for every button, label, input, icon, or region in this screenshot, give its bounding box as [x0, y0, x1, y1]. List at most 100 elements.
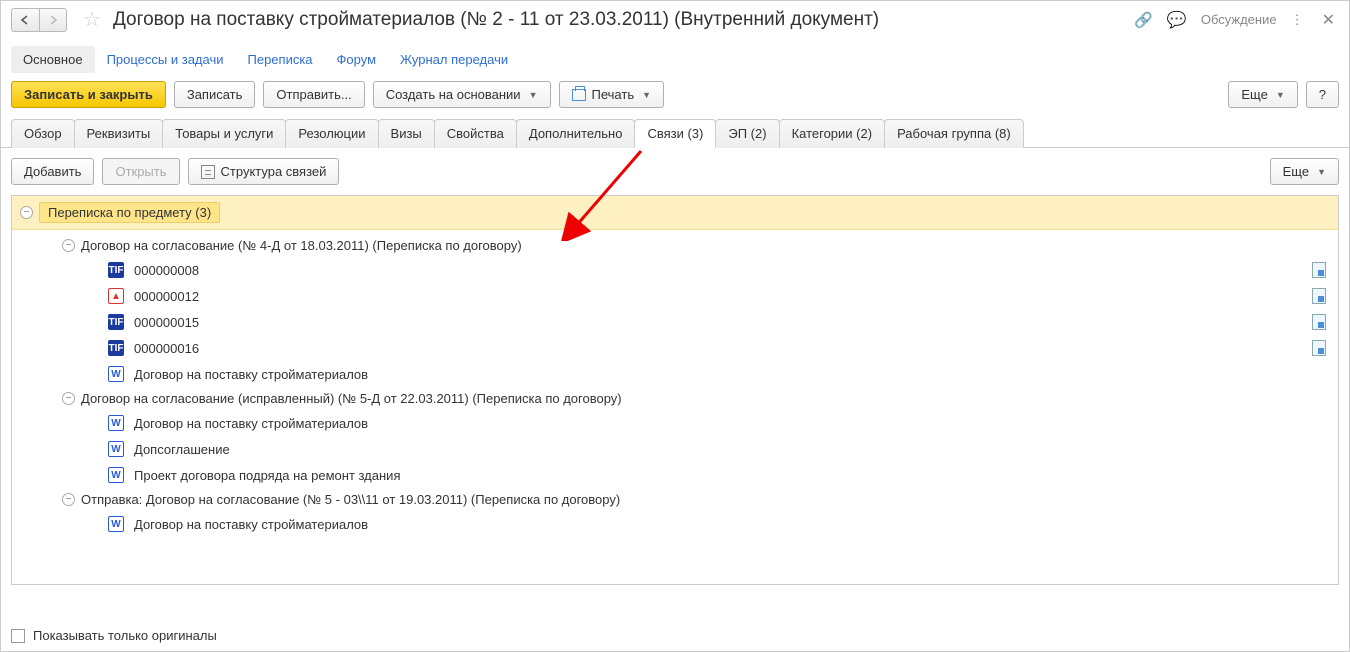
file-label: Проект договора подряда на ремонт здания [134, 468, 1330, 483]
tree-node-label: Отправка: Договор на согласование (№ 5 -… [81, 492, 620, 507]
originals-only-label: Показывать только оригиналы [33, 628, 217, 643]
tab-props[interactable]: Реквизиты [74, 119, 164, 148]
forward-button[interactable] [39, 8, 67, 32]
links-tree: − Переписка по предмету (3) − Договор на… [11, 195, 1339, 585]
create-based-button[interactable]: Создать на основании ▼ [373, 81, 551, 108]
nav-log[interactable]: Журнал передачи [388, 46, 520, 73]
tree-file[interactable]: TIF 000000016 [12, 335, 1338, 361]
word-file-icon: W [108, 441, 124, 457]
more-button[interactable]: Еще▼ [1228, 81, 1297, 108]
tif-file-icon: TIF [108, 314, 124, 330]
tree-node[interactable]: − Договор на согласование (№ 4-Д от 18.0… [12, 234, 1338, 257]
tree-node[interactable]: − Договор на согласование (исправленный)… [12, 387, 1338, 410]
titlebar: ☆ Договор на поставку стройматериалов (№… [1, 1, 1349, 38]
pdf-file-icon: ▲ [108, 288, 124, 304]
document-window: ☆ Договор на поставку стройматериалов (№… [0, 0, 1350, 652]
word-file-icon: W [108, 366, 124, 382]
nav-buttons [11, 8, 67, 32]
tif-file-icon: TIF [108, 262, 124, 278]
structure-label: Структура связей [221, 164, 327, 179]
structure-icon [201, 165, 215, 179]
file-label: Договор на поставку стройматериалов [134, 517, 1330, 532]
nav-correspondence[interactable]: Переписка [236, 46, 325, 73]
tree-file[interactable]: TIF 000000008 [12, 257, 1338, 283]
create-based-label: Создать на основании [386, 87, 521, 102]
tree-root-label: Переписка по предмету (3) [39, 202, 220, 223]
links-toolbar: Добавить Открыть Структура связей Еще ▼ [11, 158, 1339, 185]
tree-file[interactable]: TIF 000000015 [12, 309, 1338, 335]
structure-button[interactable]: Структура связей [188, 158, 340, 185]
open-button[interactable]: Открыть [102, 158, 179, 185]
save-button[interactable]: Записать [174, 81, 256, 108]
originals-only-checkbox[interactable] [11, 629, 25, 643]
arrow-right-icon [47, 15, 59, 25]
save-and-close-button[interactable]: Записать и закрыть [11, 81, 166, 108]
word-file-icon: W [108, 516, 124, 532]
tree-file[interactable]: W Проект договора подряда на ремонт здан… [12, 462, 1338, 488]
discuss-icon[interactable]: 💬 [1167, 10, 1187, 30]
collapse-icon[interactable]: − [62, 239, 75, 252]
page-tabs: Обзор Реквизиты Товары и услуги Резолюци… [1, 118, 1349, 148]
nav-processes[interactable]: Процессы и задачи [95, 46, 236, 73]
chevron-down-icon: ▼ [529, 90, 538, 100]
tree-file[interactable]: W Договор на поставку стройматериалов [12, 410, 1338, 436]
tree-file[interactable]: W Допсоглашение [12, 436, 1338, 462]
tab-workgroup[interactable]: Рабочая группа (8) [884, 119, 1024, 148]
discuss-label[interactable]: Обсуждение [1201, 12, 1277, 27]
file-label: Договор на поставку стройматериалов [134, 367, 1330, 382]
attachment-indicator-icon [1312, 288, 1326, 304]
chevron-down-icon: ▼ [642, 90, 651, 100]
tab-resolutions[interactable]: Резолюции [285, 119, 378, 148]
help-button[interactable]: ? [1306, 81, 1339, 108]
tab-overview[interactable]: Обзор [11, 119, 75, 148]
file-label: 000000008 [134, 263, 1302, 278]
favorite-star-icon[interactable]: ☆ [83, 7, 101, 32]
link-icon[interactable]: 🔗 [1134, 11, 1153, 29]
tree-body: − Договор на согласование (№ 4-Д от 18.0… [12, 230, 1338, 541]
links-more-button[interactable]: Еще ▼ [1270, 158, 1339, 185]
file-label: 000000015 [134, 315, 1302, 330]
nav-main[interactable]: Основное [11, 46, 95, 73]
tree-root-row[interactable]: − Переписка по предмету (3) [12, 196, 1338, 230]
collapse-icon[interactable]: − [20, 206, 33, 219]
file-label: Договор на поставку стройматериалов [134, 416, 1330, 431]
links-more-label: Еще [1283, 164, 1309, 179]
more-menu-icon[interactable]: ⋮ [1291, 12, 1304, 28]
chevron-down-icon: ▼ [1317, 167, 1326, 177]
tab-links[interactable]: Связи (3) [634, 119, 716, 148]
file-label: Допсоглашение [134, 442, 1330, 457]
tab-categories[interactable]: Категории (2) [779, 119, 886, 148]
links-content: Добавить Открыть Структура связей Еще ▼ −… [1, 148, 1349, 595]
collapse-icon[interactable]: − [62, 392, 75, 405]
collapse-icon[interactable]: − [62, 493, 75, 506]
chevron-down-icon: ▼ [1276, 90, 1285, 100]
titlebar-actions: 🔗 💬 Обсуждение ⋮ ✕ [1134, 10, 1339, 30]
tree-node[interactable]: − Отправка: Договор на согласование (№ 5… [12, 488, 1338, 511]
footer: Показывать только оригиналы [11, 628, 217, 643]
arrow-left-icon [20, 15, 32, 25]
tree-file[interactable]: ▲ 000000012 [12, 283, 1338, 309]
tab-ep[interactable]: ЭП (2) [715, 119, 779, 148]
printer-icon [572, 89, 586, 101]
tab-additional[interactable]: Дополнительно [516, 119, 636, 148]
file-label: 000000016 [134, 341, 1302, 356]
attachment-indicator-icon [1312, 340, 1326, 356]
tab-goods[interactable]: Товары и услуги [162, 119, 286, 148]
tif-file-icon: TIF [108, 340, 124, 356]
send-button[interactable]: Отправить... [263, 81, 364, 108]
close-button[interactable]: ✕ [1318, 10, 1339, 30]
tab-properties[interactable]: Свойства [434, 119, 517, 148]
attachment-indicator-icon [1312, 262, 1326, 278]
tab-visas[interactable]: Визы [378, 119, 435, 148]
print-label: Печать [592, 87, 635, 102]
back-button[interactable] [11, 8, 39, 32]
document-title: Договор на поставку стройматериалов (№ 2… [113, 9, 1126, 31]
print-button[interactable]: Печать ▼ [559, 81, 665, 108]
main-toolbar: Записать и закрыть Записать Отправить...… [1, 73, 1349, 116]
tree-file[interactable]: W Договор на поставку стройматериалов [12, 361, 1338, 387]
nav-tabs: Основное Процессы и задачи Переписка Фор… [1, 46, 1349, 73]
attachment-indicator-icon [1312, 314, 1326, 330]
add-button[interactable]: Добавить [11, 158, 94, 185]
nav-forum[interactable]: Форум [325, 46, 389, 73]
tree-file[interactable]: W Договор на поставку стройматериалов [12, 511, 1338, 537]
